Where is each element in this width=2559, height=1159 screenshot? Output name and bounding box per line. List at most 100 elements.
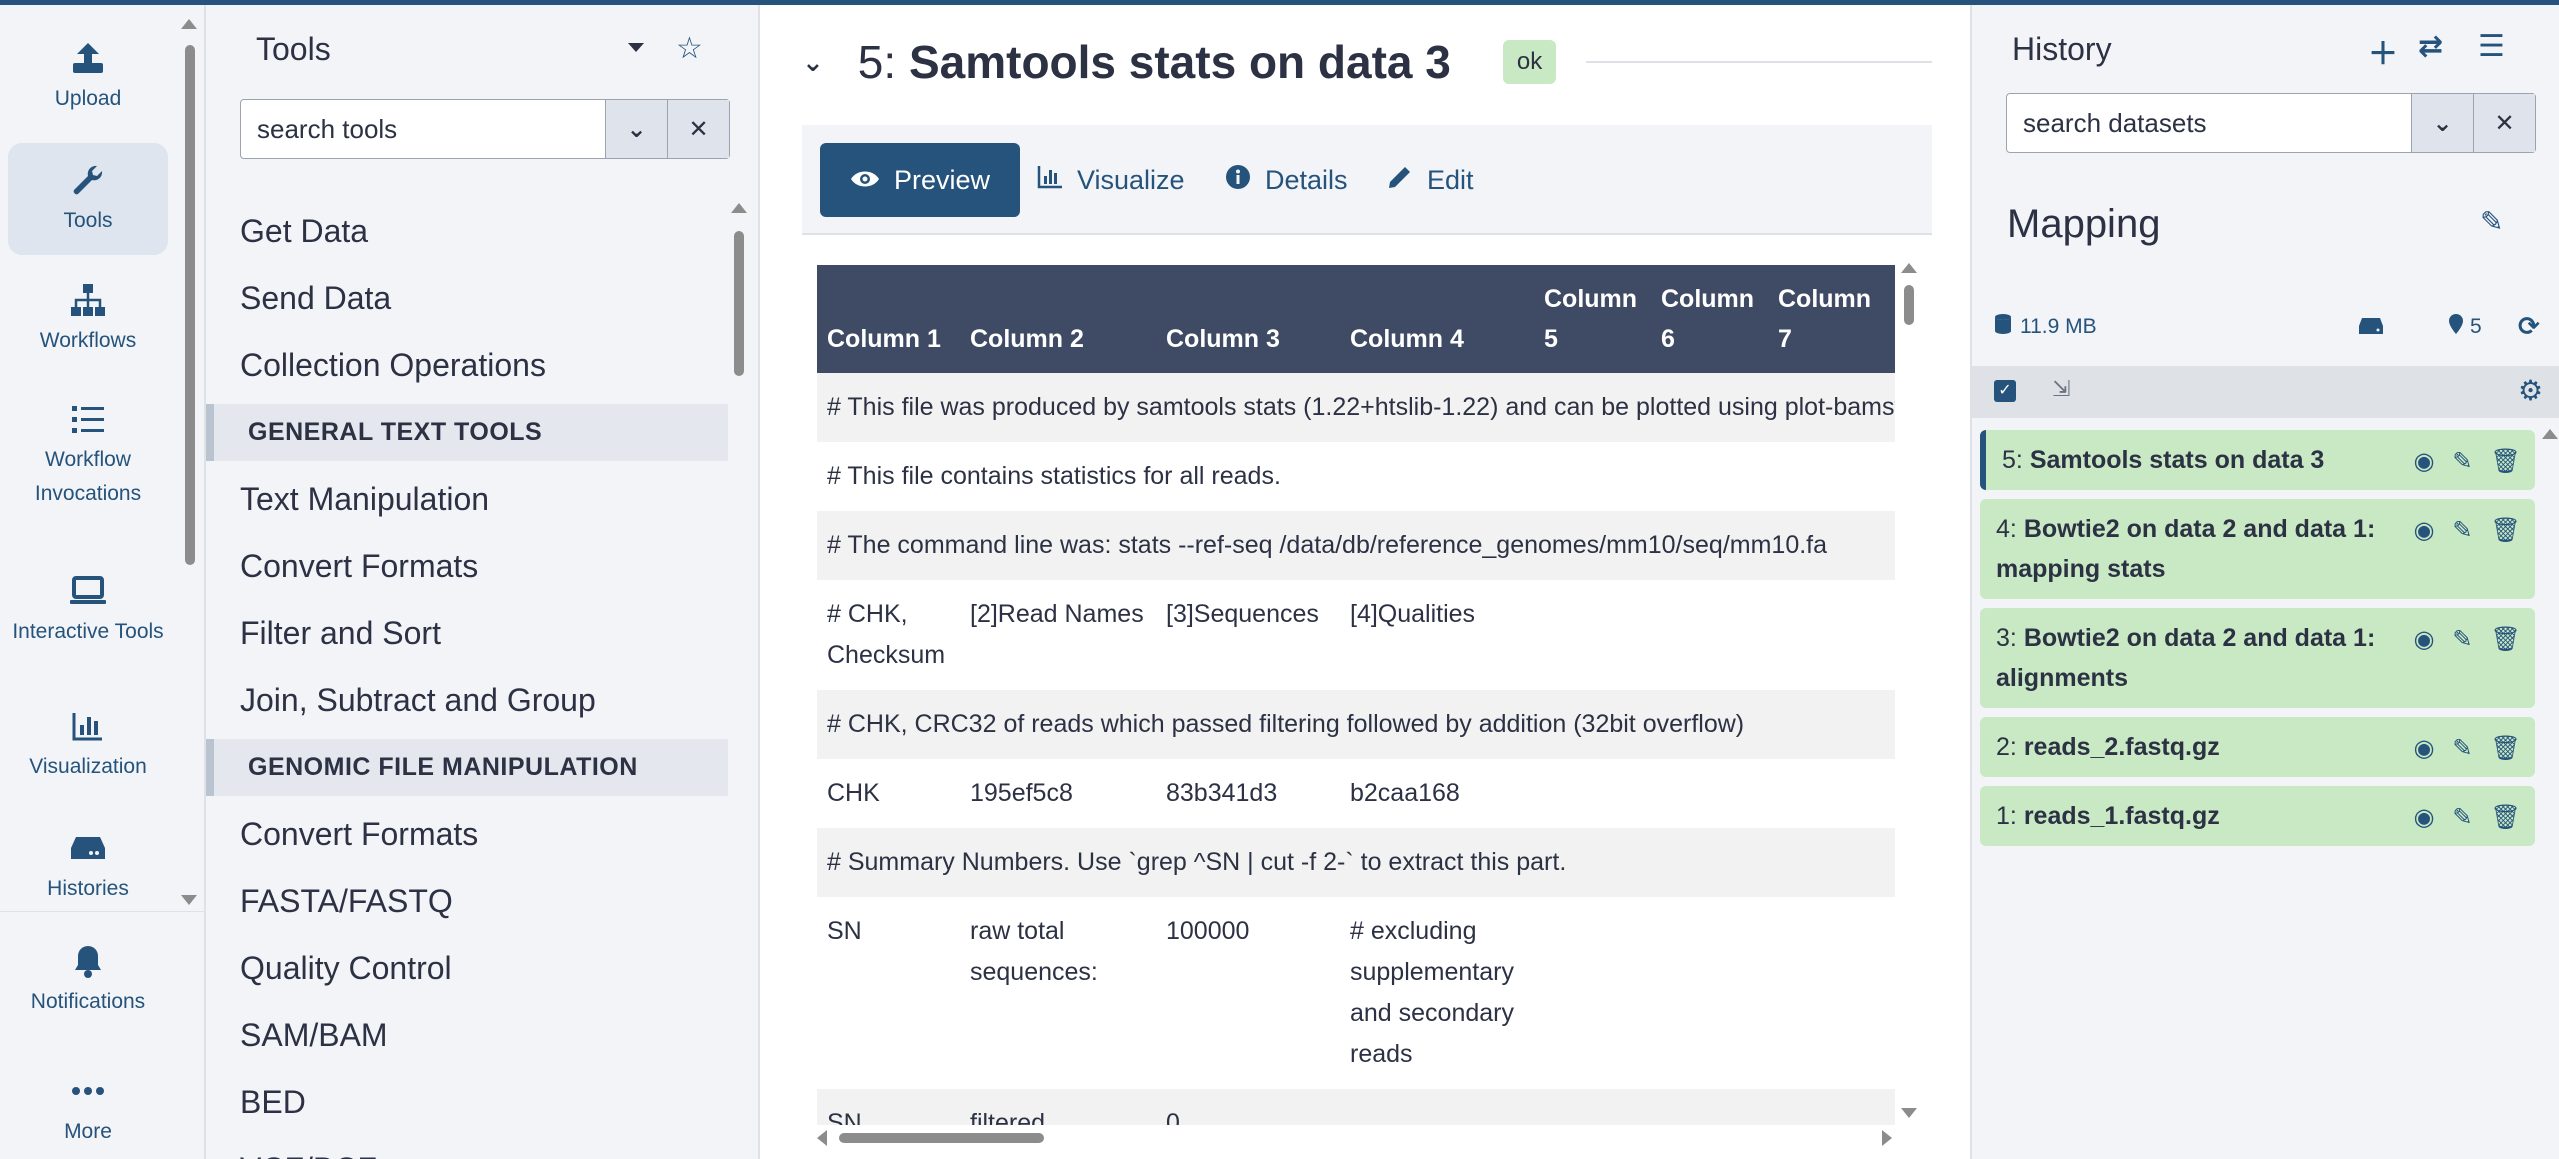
tool-section-sam-bam[interactable]: SAM/BAM — [206, 1002, 728, 1069]
pencil-icon[interactable]: ✎ — [2452, 620, 2472, 660]
activity-upload[interactable]: Upload — [8, 27, 168, 127]
trash-icon[interactable]: 🗑 — [2491, 620, 2521, 660]
history-item-5[interactable]: 5: Samtools stats on data 3 ◉ ✎ 🗑 — [1980, 430, 2535, 490]
activity-workflows[interactable]: Workflows — [8, 269, 168, 369]
activity-scrollbar[interactable] — [180, 15, 198, 907]
eye-icon[interactable]: ◉ — [2413, 798, 2434, 838]
history-count[interactable]: 5 — [2448, 313, 2482, 341]
tool-section-join-subtract-group[interactable]: Join, Subtract and Group — [206, 667, 728, 734]
tool-section-convert-formats[interactable]: Convert Formats — [206, 533, 728, 600]
eye-icon[interactable]: ◉ — [2413, 620, 2434, 660]
column-header[interactable]: Column 1 — [817, 265, 960, 373]
column-header[interactable]: Column 5 — [1534, 265, 1651, 373]
trash-icon[interactable]: 🗑 — [2491, 798, 2521, 838]
history-item-4[interactable]: 4: Bowtie2 on data 2 and data 1: mapping… — [1980, 499, 2535, 599]
tool-search: ⌄ ✕ — [240, 99, 730, 159]
table-vertical-scrollbar[interactable] — [1900, 263, 1918, 1125]
scroll-up-arrow[interactable] — [1901, 263, 1917, 273]
scroll-up-arrow[interactable] — [181, 19, 197, 29]
tool-section-text-manipulation[interactable]: Text Manipulation — [206, 466, 728, 533]
scroll-up-arrow[interactable] — [731, 203, 747, 213]
item-actions: ◉ ✎ 🗑 — [2413, 620, 2521, 660]
activity-workflow-invocations[interactable]: Workflow Invocations — [8, 385, 168, 525]
activity-visualization[interactable]: Visualization — [8, 695, 168, 795]
table-row: # This file contains statistics for all … — [817, 442, 1895, 511]
scrollbar-thumb[interactable] — [185, 45, 195, 565]
tab-edit[interactable]: Edit — [1357, 143, 1504, 217]
eye-icon — [850, 165, 880, 196]
check-square-icon[interactable]: ✓ — [1994, 380, 2016, 402]
clear-search-button[interactable]: ✕ — [667, 100, 729, 158]
activity-interactive-tools[interactable]: Interactive Tools — [8, 540, 168, 680]
history-size[interactable]: 11.9 MB — [1994, 313, 2097, 341]
hdd-icon[interactable] — [2358, 317, 2384, 340]
list-icon — [68, 399, 108, 439]
column-header[interactable]: Column 7 — [1768, 265, 1885, 373]
history-search-input[interactable] — [2007, 94, 2411, 152]
bars-icon[interactable]: ☰ — [2478, 29, 2505, 64]
pencil-icon[interactable]: ✎ — [2452, 511, 2472, 551]
scroll-down-arrow[interactable] — [1901, 1108, 1917, 1118]
chevron-down-icon[interactable] — [628, 43, 644, 52]
history-name[interactable]: Mapping — [2007, 202, 2160, 247]
column-header[interactable]: Column 3 — [1156, 265, 1340, 373]
scroll-right-arrow[interactable] — [1882, 1130, 1892, 1146]
tool-section-fasta-fastq[interactable]: FASTA/FASTQ — [206, 868, 728, 935]
eye-icon[interactable]: ◉ — [2413, 729, 2434, 769]
activity-notifications[interactable]: Notifications — [8, 930, 168, 1030]
tool-section-bed[interactable]: BED — [206, 1069, 728, 1136]
exchange-icon[interactable]: ⇄ — [2418, 29, 2443, 64]
eye-icon[interactable]: ◉ — [2413, 442, 2434, 482]
activity-upload-label: Upload — [54, 87, 122, 111]
history-scrollbar[interactable] — [2542, 425, 2558, 1155]
trash-icon[interactable]: 🗑 — [2491, 729, 2521, 769]
pencil-icon[interactable]: ✎ — [2452, 798, 2472, 838]
activity-histories[interactable]: Histories — [8, 817, 168, 917]
pencil-icon[interactable]: ✎ — [2480, 205, 2503, 238]
collapse-chevron-icon[interactable]: ⌄ — [802, 47, 824, 78]
tool-section-filter-and-sort[interactable]: Filter and Sort — [206, 600, 728, 667]
activity-more[interactable]: More — [8, 1060, 168, 1159]
pencil-icon[interactable]: ✎ — [2452, 442, 2472, 482]
tool-section-vcf-bcf[interactable]: VCF/BCF — [206, 1136, 728, 1159]
chart-bar-icon — [1037, 165, 1063, 196]
trash-icon[interactable]: 🗑 — [2491, 511, 2521, 551]
gear-icon[interactable]: ⚙ — [2518, 374, 2543, 407]
activity-tools[interactable]: Tools — [8, 143, 168, 255]
advanced-search-button[interactable]: ⌄ — [2411, 94, 2473, 152]
column-header[interactable]: C — [1885, 265, 1895, 373]
history-item-3[interactable]: 3: Bowtie2 on data 2 and data 1: alignme… — [1980, 608, 2535, 708]
tab-preview[interactable]: Preview — [820, 143, 1021, 217]
scrollbar-thumb[interactable] — [1904, 285, 1914, 325]
tool-section-get-data[interactable]: Get Data — [206, 198, 728, 265]
history-item-1[interactable]: 1: reads_1.fastq.gz ◉ ✎ 🗑 — [1980, 786, 2535, 846]
tool-search-input[interactable] — [241, 100, 605, 158]
clear-search-button[interactable]: ✕ — [2473, 94, 2535, 152]
scrollbar-thumb[interactable] — [839, 1133, 1044, 1143]
scroll-down-arrow[interactable] — [181, 895, 197, 905]
compress-icon[interactable]: ⇲ — [2052, 376, 2070, 402]
advanced-search-button[interactable]: ⌄ — [605, 100, 667, 158]
history-item-2[interactable]: 2: reads_2.fastq.gz ◉ ✎ 🗑 — [1980, 717, 2535, 777]
plus-icon[interactable]: ＋ — [2368, 29, 2398, 73]
tab-visualize[interactable]: Visualize — [1007, 143, 1215, 217]
tool-section-collection-operations[interactable]: Collection Operations — [206, 332, 728, 399]
scroll-left-arrow[interactable] — [817, 1130, 827, 1146]
activity-visualization-label: Visualization — [29, 755, 147, 779]
column-header[interactable]: Column 4 — [1340, 265, 1534, 373]
tool-section-quality-control[interactable]: Quality Control — [206, 935, 728, 1002]
tool-section-send-data[interactable]: Send Data — [206, 265, 728, 332]
pencil-icon[interactable]: ✎ — [2452, 729, 2472, 769]
tool-panel-scrollbar[interactable] — [730, 201, 748, 1151]
tab-details[interactable]: Details — [1195, 143, 1378, 217]
table-horizontal-scrollbar[interactable] — [817, 1129, 1895, 1147]
scroll-up-arrow[interactable] — [2542, 429, 2558, 439]
eye-icon[interactable]: ◉ — [2413, 511, 2434, 551]
tool-section-convert-formats-genomic[interactable]: Convert Formats — [206, 801, 728, 868]
column-header[interactable]: Column 2 — [960, 265, 1156, 373]
trash-icon[interactable]: 🗑 — [2491, 442, 2521, 482]
column-header[interactable]: Column 6 — [1651, 265, 1768, 373]
refresh-icon[interactable]: ⟳ — [2518, 311, 2540, 342]
scrollbar-thumb[interactable] — [734, 231, 744, 376]
star-icon[interactable]: ☆ — [676, 31, 703, 66]
